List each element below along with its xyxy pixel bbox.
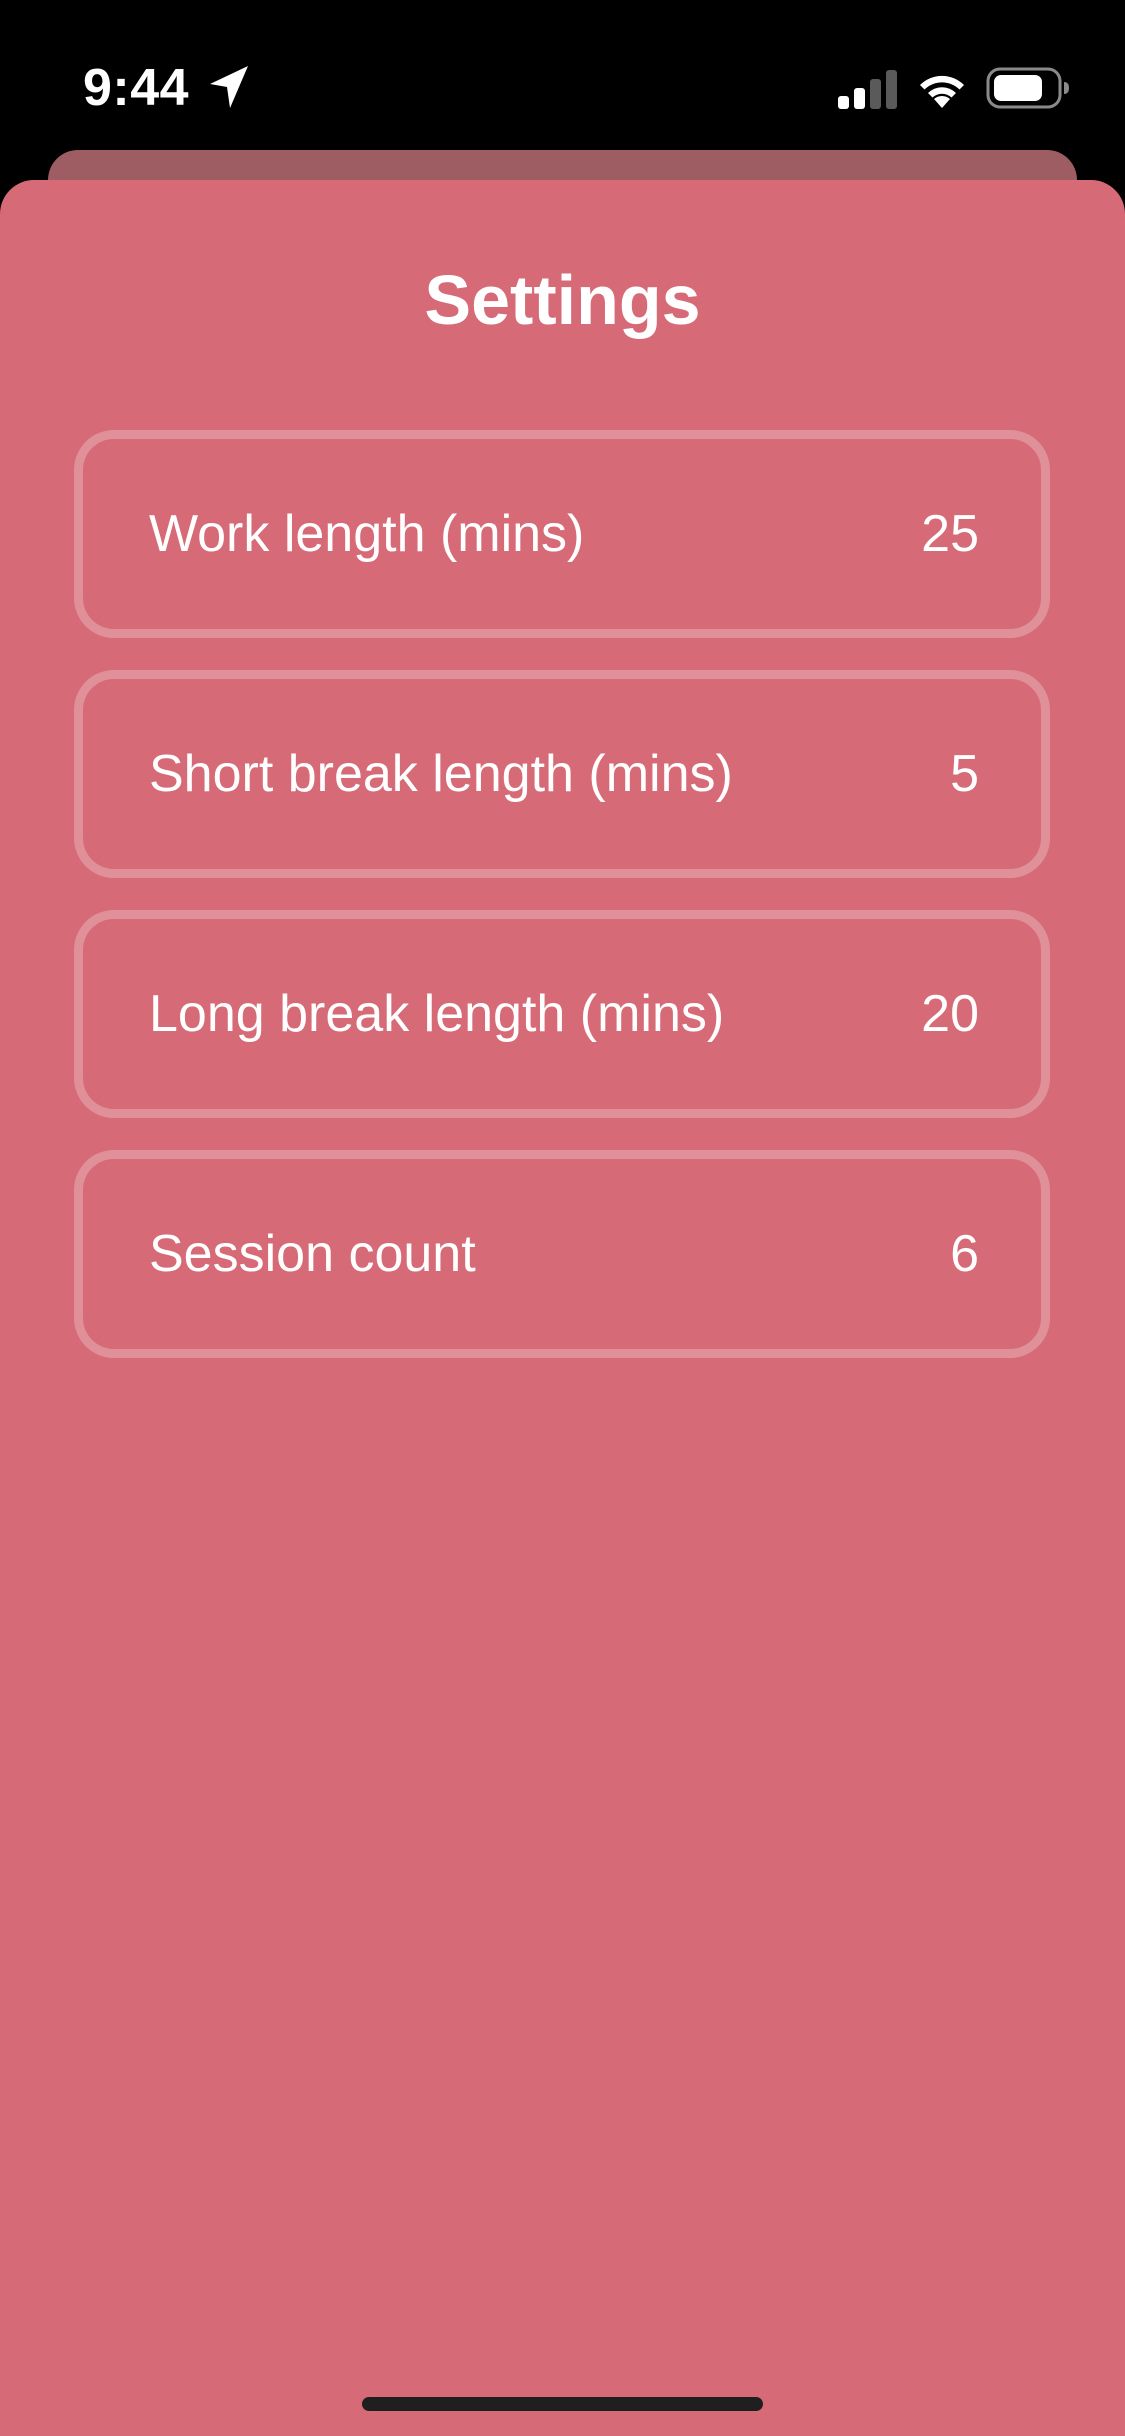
location-arrow-icon — [210, 66, 248, 108]
setting-label: Long break length (mins) — [149, 985, 725, 1043]
setting-value-input[interactable]: 6 — [950, 1224, 979, 1284]
setting-value-input[interactable]: 25 — [921, 504, 979, 564]
page-title: Settings — [424, 261, 701, 339]
setting-short-break-length[interactable]: Short break length (mins) 5 — [74, 670, 1050, 878]
setting-label: Work length (mins) — [149, 505, 585, 563]
status-bar: 9:44 — [0, 0, 1125, 150]
setting-long-break-length[interactable]: Long break length (mins) 20 — [74, 910, 1050, 1118]
setting-session-count[interactable]: Session count 6 — [74, 1150, 1050, 1358]
setting-label: Short break length (mins) — [149, 745, 733, 803]
setting-work-length[interactable]: Work length (mins) 25 — [74, 430, 1050, 638]
battery-icon — [986, 67, 1069, 109]
settings-list: Work length (mins) 25 Short break length… — [74, 430, 1050, 1390]
setting-label: Session count — [149, 1225, 476, 1283]
wifi-icon — [920, 75, 964, 108]
settings-sheet: Settings Work length (mins) 25 Short bre… — [0, 180, 1125, 2436]
setting-value-input[interactable]: 20 — [921, 984, 979, 1044]
cellular-signal-icon — [838, 70, 897, 109]
status-time: 9:44 — [83, 59, 190, 117]
settings-screen: 9:44 Settings Work length (mins) 25 Shor… — [0, 0, 1125, 2436]
home-indicator[interactable] — [362, 2397, 763, 2411]
setting-value-input[interactable]: 5 — [950, 744, 979, 804]
